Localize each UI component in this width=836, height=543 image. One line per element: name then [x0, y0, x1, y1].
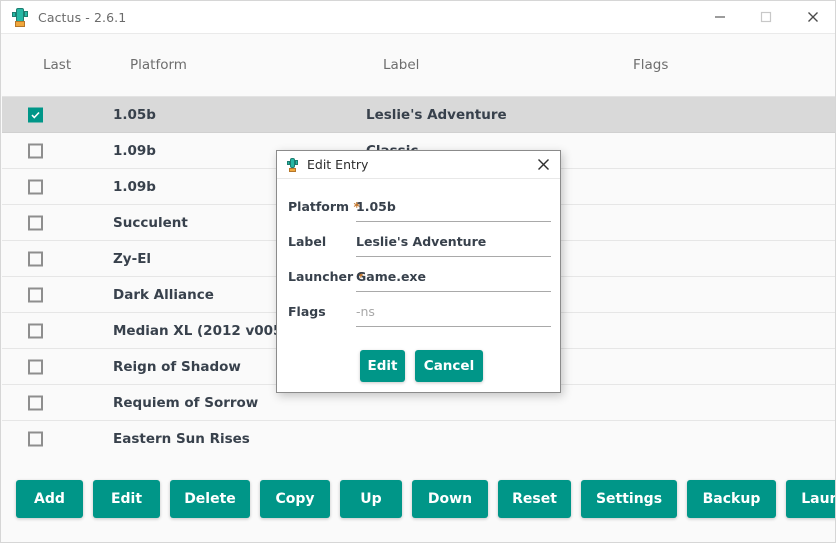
close-icon[interactable]: [789, 1, 835, 34]
cactus-icon: [11, 7, 29, 27]
row-checkbox[interactable]: [28, 359, 43, 374]
row-checkbox[interactable]: [28, 143, 43, 158]
cell-platform: 1.09b: [113, 142, 156, 159]
maximize-icon[interactable]: [743, 1, 789, 34]
copy-button[interactable]: Copy: [260, 480, 330, 518]
edit-entry-dialog: Edit Entry Platform * 1.05b Label Leslie…: [276, 150, 561, 393]
dialog-title: Edit Entry: [307, 157, 369, 172]
platform-input-value: 1.05b: [356, 199, 396, 214]
checkbox-unchecked-icon: [28, 323, 43, 338]
column-header-platform[interactable]: Platform: [130, 57, 187, 73]
down-button[interactable]: Down: [412, 480, 488, 518]
app-window: Cactus - 2.6.1 Last Platform Label Flags…: [0, 0, 836, 543]
table-row[interactable]: Eastern Sun Rises: [2, 421, 835, 450]
dialog-title-bar: Edit Entry: [277, 151, 560, 179]
flags-input[interactable]: -ns: [356, 299, 551, 327]
row-checkbox[interactable]: [28, 179, 43, 194]
add-button[interactable]: Add: [16, 480, 83, 518]
cell-platform: Requiem of Sorrow: [113, 394, 259, 411]
cell-platform: Zy-El: [113, 250, 152, 267]
field-platform: Platform * 1.05b: [277, 191, 560, 226]
checkbox-unchecked-icon: [28, 431, 43, 446]
cactus-icon: [286, 157, 299, 172]
title-bar: Cactus - 2.6.1: [1, 1, 835, 34]
window-controls: [697, 1, 835, 34]
checkbox-unchecked-icon: [28, 251, 43, 266]
row-checkbox[interactable]: [28, 215, 43, 230]
dialog-cancel-button[interactable]: Cancel: [415, 350, 483, 382]
row-checkbox[interactable]: [28, 431, 43, 446]
launcher-field-label: Launcher *: [288, 269, 365, 284]
checkbox-unchecked-icon: [28, 179, 43, 194]
row-checkbox[interactable]: [28, 287, 43, 302]
cell-label: Leslie's Adventure: [366, 106, 507, 123]
table-header: Last Platform Label Flags: [2, 35, 835, 97]
label-input-value: Leslie's Adventure: [356, 234, 487, 249]
action-button-bar: Add Edit Delete Copy Up Down Reset Setti…: [2, 480, 835, 518]
column-header-flags[interactable]: Flags: [633, 57, 668, 73]
flags-input-placeholder: -ns: [356, 304, 375, 319]
checkbox-unchecked-icon: [28, 143, 43, 158]
checkbox-checked-icon: [28, 107, 43, 122]
row-checkbox[interactable]: [28, 107, 43, 122]
dialog-edit-button[interactable]: Edit: [360, 350, 405, 382]
label-input[interactable]: Leslie's Adventure: [356, 229, 551, 257]
settings-button[interactable]: Settings: [581, 480, 677, 518]
dialog-close-icon[interactable]: [526, 151, 560, 179]
field-label: Label Leslie's Adventure: [277, 226, 560, 261]
cell-platform: 1.09b: [113, 178, 156, 195]
field-launcher: Launcher * Game.exe: [277, 261, 560, 296]
checkbox-unchecked-icon: [28, 215, 43, 230]
up-button[interactable]: Up: [340, 480, 402, 518]
flags-field-label: Flags: [288, 304, 326, 319]
row-checkbox[interactable]: [28, 395, 43, 410]
field-flags: Flags -ns: [277, 296, 560, 331]
checkbox-unchecked-icon: [28, 359, 43, 374]
cell-platform: Dark Alliance: [113, 286, 214, 303]
checkbox-unchecked-icon: [28, 287, 43, 302]
platform-field-label: Platform *: [288, 199, 360, 214]
launcher-input-value: Game.exe: [356, 269, 426, 284]
edit-button[interactable]: Edit: [93, 480, 160, 518]
cell-platform: Reign of Shadow: [113, 358, 241, 375]
row-checkbox[interactable]: [28, 251, 43, 266]
delete-button[interactable]: Delete: [170, 480, 250, 518]
launcher-input[interactable]: Game.exe: [356, 264, 551, 292]
reset-button[interactable]: Reset: [498, 480, 571, 518]
launch-button[interactable]: Launch: [786, 480, 835, 518]
window-title: Cactus - 2.6.1: [38, 9, 127, 25]
dialog-button-row: Edit Cancel: [360, 350, 483, 382]
row-checkbox[interactable]: [28, 323, 43, 338]
cell-platform: Eastern Sun Rises: [113, 430, 250, 447]
cell-platform: Succulent: [113, 214, 188, 231]
cell-platform: Median XL (2012 v005): [113, 322, 289, 339]
backup-button[interactable]: Backup: [687, 480, 776, 518]
checkbox-unchecked-icon: [28, 395, 43, 410]
dialog-body: Platform * 1.05b Label Leslie's Adventur…: [277, 179, 560, 331]
footer-toolbar: Add Edit Delete Copy Up Down Reset Setti…: [2, 448, 835, 541]
table-row[interactable]: 1.05b Leslie's Adventure: [2, 97, 835, 133]
column-header-last[interactable]: Last: [43, 57, 71, 73]
cell-platform: 1.05b: [113, 106, 156, 123]
platform-input[interactable]: 1.05b: [356, 194, 551, 222]
column-header-label[interactable]: Label: [383, 57, 419, 73]
label-field-label: Label: [288, 234, 327, 249]
minimize-icon[interactable]: [697, 1, 743, 34]
